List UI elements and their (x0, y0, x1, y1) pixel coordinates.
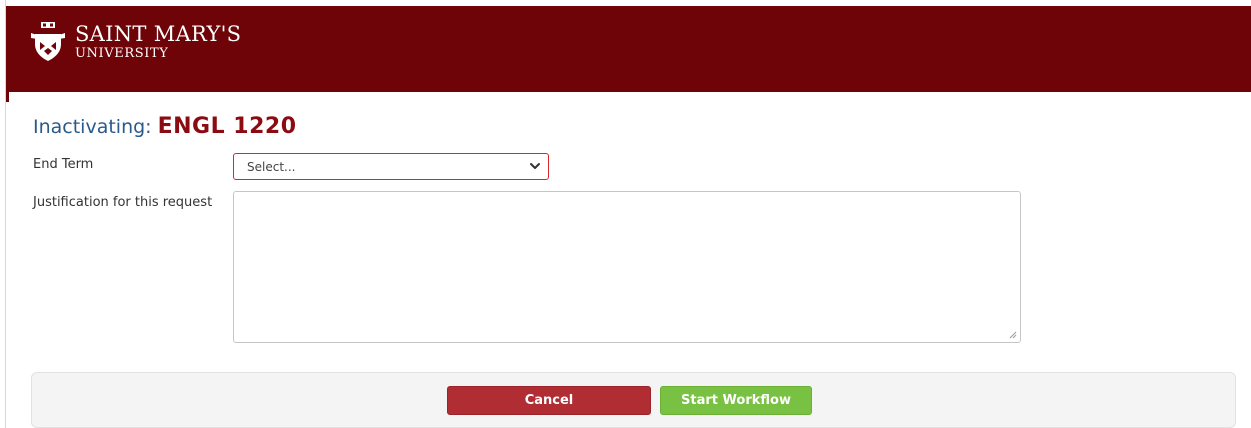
logo-subtitle: UNIVERSITY (75, 46, 169, 61)
crest-icon (31, 22, 65, 61)
end-term-label: End Term (33, 157, 94, 172)
course-code: ENGL 1220 (157, 114, 297, 139)
justification-textarea[interactable] (233, 191, 1021, 343)
title-prefix: Inactivating: (33, 116, 152, 138)
site-header: SAINT MARY'S UNIVERSITY (5, 6, 1251, 92)
justification-label: Justification for this request (33, 195, 213, 210)
resize-handle-icon[interactable] (1009, 331, 1017, 339)
start-workflow-button[interactable]: Start Workflow (660, 386, 812, 415)
page-left-edge (0, 0, 6, 428)
logo-wordmark: SAINT MARY'S (75, 22, 242, 46)
page-title: Inactivating: ENGL 1220 (33, 114, 297, 139)
cancel-button[interactable]: Cancel (447, 386, 651, 415)
end-term-select[interactable]: Select... (233, 153, 549, 180)
chevron-down-icon (530, 163, 540, 169)
end-term-selected-value: Select... (247, 160, 296, 174)
university-logo[interactable]: SAINT MARY'S UNIVERSITY (27, 20, 241, 64)
